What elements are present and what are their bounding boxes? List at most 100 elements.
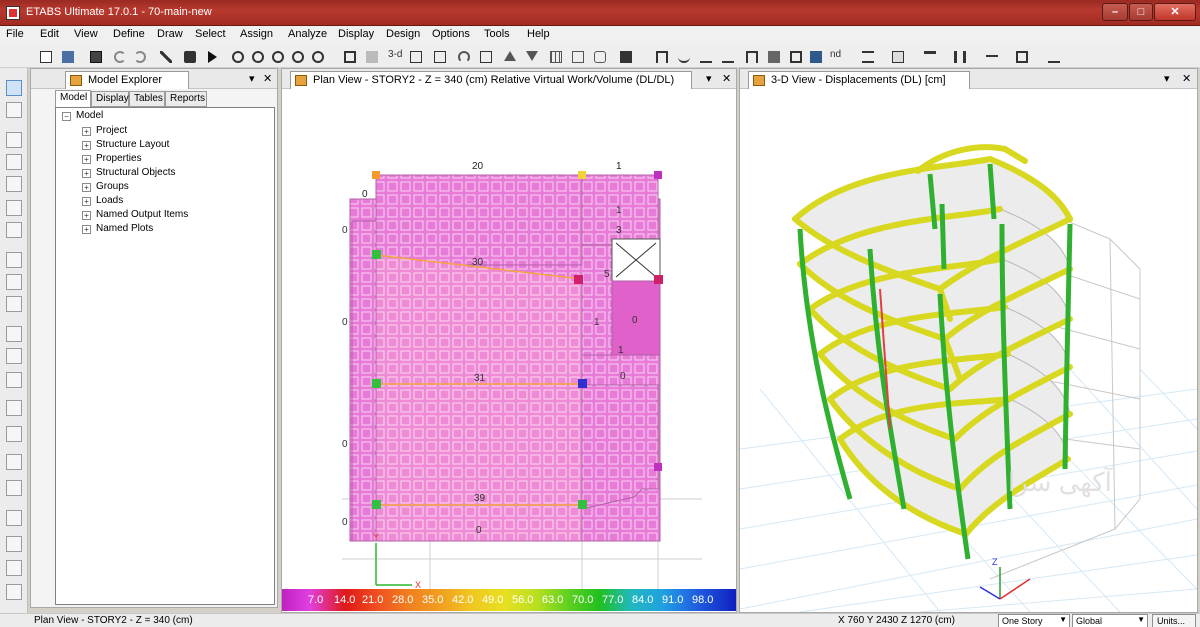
draw-brace-icon[interactable] <box>6 222 22 238</box>
maximize-button[interactable]: □ <box>1129 3 1153 21</box>
draw-dimension-icon[interactable] <box>6 372 22 388</box>
etabs-app-icon[interactable] <box>6 6 20 20</box>
tree-item-structure-layout[interactable]: Structure Layout <box>96 139 169 150</box>
force-diagram-icon[interactable] <box>696 47 714 65</box>
zoom-previous-icon[interactable] <box>308 47 326 65</box>
tree-item-structural-objects[interactable]: Structural Objects <box>96 167 175 178</box>
reshape-icon[interactable] <box>6 102 22 118</box>
nd-button[interactable]: nd <box>830 49 841 60</box>
coordinate-system-select[interactable]: Global ▼ <box>1072 614 1148 627</box>
three-d-canvas[interactable]: Z آکهی سرا <box>740 89 1197 612</box>
menu-define[interactable]: Define <box>113 28 145 40</box>
draw-link-icon[interactable] <box>6 454 22 470</box>
joint-marker[interactable] <box>372 500 381 509</box>
tree-collapse-icon[interactable]: − <box>62 112 71 121</box>
rubber-band-zoom-icon[interactable] <box>362 47 380 65</box>
draw-reference-line-icon[interactable] <box>6 400 22 416</box>
draw-opening-icon[interactable] <box>6 326 22 342</box>
story-select[interactable]: One Story ▼ <box>998 614 1070 627</box>
three-d-close-button[interactable]: ✕ <box>1182 72 1191 85</box>
redo-icon[interactable] <box>130 47 148 65</box>
menu-options[interactable]: Options <box>432 28 470 40</box>
joint-marker[interactable] <box>654 275 663 284</box>
zoom-out-icon[interactable] <box>288 47 306 65</box>
grid-icon[interactable] <box>546 47 564 65</box>
tree-root-model[interactable]: Model <box>76 110 103 121</box>
plan-view-icon[interactable] <box>406 47 424 65</box>
joint-marker[interactable] <box>654 171 662 179</box>
pan-icon[interactable] <box>340 47 358 65</box>
pointer-icon[interactable] <box>6 80 22 96</box>
menu-file[interactable]: File <box>6 28 24 40</box>
select-all-icon[interactable] <box>6 510 22 526</box>
table-display-icon[interactable] <box>806 47 824 65</box>
tree-expand-icon[interactable]: + <box>82 197 91 206</box>
joint-marker[interactable] <box>574 275 583 284</box>
joint-marker[interactable] <box>578 500 587 509</box>
plan-view-tab[interactable]: Plan View - STORY2 - Z = 340 (cm) Relati… <box>290 71 692 89</box>
tree-item-project[interactable]: Project <box>96 125 127 136</box>
menu-assign[interactable]: Assign <box>240 28 273 40</box>
draw-tendon-icon[interactable] <box>6 480 22 496</box>
brace-icon[interactable] <box>982 47 1000 65</box>
tree-item-groups[interactable]: Groups <box>96 181 129 192</box>
draw-rect-floor-icon[interactable] <box>6 274 22 290</box>
tab-tables[interactable]: Tables <box>129 91 165 107</box>
tree-expand-icon[interactable]: + <box>82 141 91 150</box>
joint-marker[interactable] <box>578 171 586 179</box>
menu-select[interactable]: Select <box>195 28 226 40</box>
zoom-in-icon[interactable] <box>268 47 286 65</box>
frame-section-icon[interactable] <box>858 47 876 65</box>
move-down-icon[interactable] <box>522 47 540 65</box>
tree-item-named-plots[interactable]: Named Plots <box>96 223 153 234</box>
tree-item-properties[interactable]: Properties <box>96 153 142 164</box>
column-icon[interactable] <box>950 47 968 65</box>
explorer-close-button[interactable]: ✕ <box>263 72 272 85</box>
plan-close-button[interactable]: ✕ <box>722 72 731 85</box>
clear-select-icon[interactable] <box>6 560 22 576</box>
menu-edit[interactable]: Edit <box>40 28 59 40</box>
beam-icon[interactable] <box>920 47 938 65</box>
joint-marker[interactable] <box>372 250 381 259</box>
draw-floor-icon[interactable] <box>6 252 22 268</box>
rotate-3d-icon[interactable] <box>454 47 472 65</box>
tree-expand-icon[interactable]: + <box>82 225 91 234</box>
display-options-icon[interactable] <box>590 47 608 65</box>
mode-shape-icon[interactable] <box>786 47 804 65</box>
tree-expand-icon[interactable]: + <box>82 211 91 220</box>
wall-icon[interactable] <box>1012 47 1030 65</box>
tree-expand-icon[interactable]: + <box>82 183 91 192</box>
draw-frame-icon[interactable] <box>6 154 22 170</box>
tab-model[interactable]: Model <box>55 90 91 107</box>
open-icon[interactable] <box>58 47 76 65</box>
menu-analyze[interactable]: Analyze <box>288 28 327 40</box>
perspective-icon[interactable] <box>476 47 494 65</box>
frame-icon[interactable] <box>652 47 670 65</box>
view-3d-button[interactable]: 3-d <box>388 49 402 60</box>
three-d-pin-button[interactable]: ▾ <box>1164 72 1170 85</box>
menu-help[interactable]: Help <box>527 28 550 40</box>
joint-marker[interactable] <box>654 463 662 471</box>
deformed-shape-icon[interactable] <box>674 47 692 65</box>
undo-icon[interactable] <box>110 47 128 65</box>
plan-canvas[interactable]: 20 1 0 30 31 39 5 1 3 0 0 0 0 0 1 1 0 0 … <box>282 89 736 589</box>
virtual-work-icon[interactable] <box>764 47 782 65</box>
pencil-icon[interactable] <box>156 47 174 65</box>
object-shadow-icon[interactable] <box>616 47 634 65</box>
joint-marker[interactable] <box>372 379 381 388</box>
previous-select-icon[interactable] <box>6 536 22 552</box>
tab-reports[interactable]: Reports <box>165 91 207 107</box>
draw-grid-icon[interactable] <box>6 426 22 442</box>
snap-icon[interactable] <box>6 584 22 600</box>
zoom-window-icon[interactable] <box>228 47 246 65</box>
menu-design[interactable]: Design <box>386 28 420 40</box>
draw-section-cut-icon[interactable] <box>6 348 22 364</box>
draw-column-icon[interactable] <box>6 176 22 192</box>
tree-expand-icon[interactable]: + <box>82 127 91 136</box>
slab-icon[interactable] <box>1044 47 1062 65</box>
new-model-icon[interactable] <box>36 47 54 65</box>
explorer-pin-button[interactable]: ▾ <box>249 72 255 85</box>
three-d-view-tab[interactable]: 3-D View - Displacements (DL) [cm] <box>748 71 970 89</box>
run-analysis-icon[interactable] <box>204 47 222 65</box>
story-response-icon[interactable] <box>742 47 760 65</box>
